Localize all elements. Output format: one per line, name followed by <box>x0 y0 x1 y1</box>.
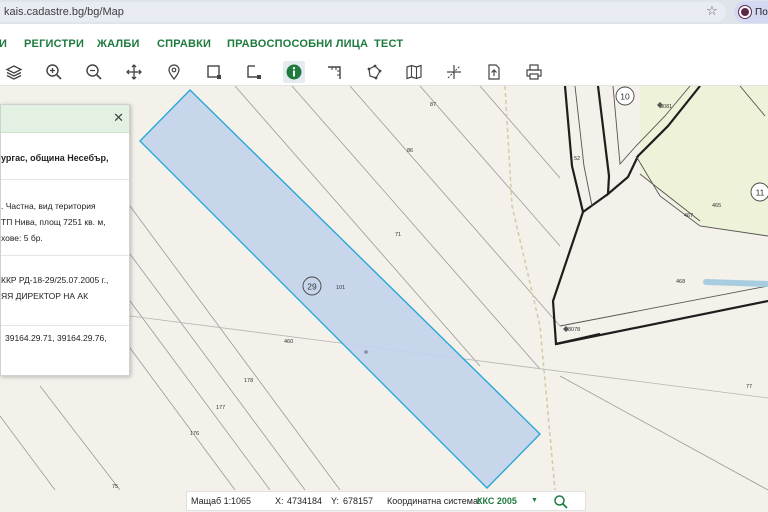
layers-icon[interactable] <box>3 61 25 83</box>
label-465: 465 <box>712 203 721 209</box>
info-order-line2: ЯЯ ДИРЕКТОР НА АК <box>1 291 89 301</box>
coordinates-icon[interactable] <box>443 61 465 83</box>
print-icon[interactable] <box>523 61 545 83</box>
info-divider <box>1 255 129 256</box>
y-coordinate: 678157 <box>343 496 374 506</box>
info-address-line1: ургас, община Несебър, <box>1 153 109 163</box>
label-176: 176 <box>190 431 199 437</box>
info-desc-line3: хове: 5 бр. <box>1 233 43 243</box>
x-label: X: <box>275 496 284 506</box>
label-101: 101 <box>336 285 345 291</box>
info-divider <box>1 179 129 180</box>
browser-address-bar: kais.cadastre.bg/bg/Map ☆ По <box>0 0 768 24</box>
parcel-number-10: 10 <box>620 92 630 102</box>
y-label: Y: <box>331 496 340 506</box>
nav-item-home[interactable]: И <box>0 38 7 50</box>
water-channel <box>703 279 768 287</box>
scale-value[interactable]: 1065 <box>231 496 251 506</box>
label-86: 86 <box>407 148 413 154</box>
url-field[interactable]: kais.cadastre.bg/bg/Map <box>0 2 726 22</box>
info-icon[interactable] <box>283 61 305 83</box>
pan-icon[interactable] <box>123 61 145 83</box>
label-3078: 3078 <box>568 327 580 333</box>
zoom-out-icon[interactable] <box>83 61 105 83</box>
avatar <box>739 6 751 18</box>
map-toolbar <box>0 58 768 86</box>
label-52: 52 <box>574 156 580 162</box>
info-desc-line2: ТП Нива, площ 7251 кв. м, <box>1 217 106 227</box>
url-text: kais.cadastre.bg/bg/Map <box>4 6 124 18</box>
nav-item-reports[interactable]: СПРАВКИ <box>157 38 211 50</box>
label-177: 177 <box>216 405 225 411</box>
crs-label: Координатна система: <box>387 496 481 506</box>
map-status-bar: Мащаб 1: 1065 X: 4734184 Y: 678157 Коорд… <box>0 490 768 512</box>
info-order-line1: ККР РД-18-29/25.07.2005 г., <box>1 275 109 285</box>
measure-icon[interactable] <box>323 61 345 83</box>
label-87: 87 <box>430 102 436 108</box>
scale-label: Мащаб 1: <box>191 496 232 506</box>
close-icon[interactable]: ✕ <box>113 111 124 125</box>
label-468: 468 <box>676 279 685 285</box>
nav-item-registers[interactable]: РЕГИСТРИ <box>24 38 84 50</box>
parcel-info-panel: ✕ ургас, община Несебър, . Частна, вид т… <box>0 104 130 376</box>
label-467: 467 <box>684 213 693 219</box>
polygon-icon[interactable] <box>363 61 385 83</box>
nav-item-complaints[interactable]: ЖАЛБИ <box>97 38 140 50</box>
export-icon[interactable] <box>483 61 505 83</box>
map-book-icon[interactable] <box>403 61 425 83</box>
select-area-icon[interactable] <box>243 61 265 83</box>
main-nav: И РЕГИСТРИ ЖАЛБИ СПРАВКИ ПРАВОСПОСОБНИ Л… <box>0 24 768 58</box>
label-77: 77 <box>746 384 752 390</box>
label-71: 71 <box>395 232 401 238</box>
chevron-down-icon[interactable]: ▼ <box>531 497 538 504</box>
parcel-number-29: 29 <box>307 282 317 292</box>
search-icon[interactable] <box>553 494 569 510</box>
label-178: 178 <box>244 378 253 384</box>
label-460: 460 <box>284 339 293 345</box>
parcel-number-11: 11 <box>756 188 765 198</box>
zoom-in-icon[interactable] <box>43 61 65 83</box>
info-divider <box>1 325 129 326</box>
info-neighbors-line: 39164.29.71, 39164.29.76, <box>5 333 107 343</box>
nav-item-test[interactable]: ТЕСТ <box>374 38 403 50</box>
info-panel-header: ✕ <box>1 105 129 133</box>
location-pin-icon[interactable] <box>163 61 185 83</box>
x-coordinate: 4734184 <box>287 496 323 506</box>
status-inner: Мащаб 1: 1065 X: 4734184 Y: 678157 Коорд… <box>186 491 586 511</box>
profile-label: По <box>755 6 768 18</box>
select-rectangle-icon[interactable] <box>203 61 225 83</box>
nav-item-licensed-persons[interactable]: ПРАВОСПОСОБНИ ЛИЦА <box>227 38 368 50</box>
info-desc-line1: . Частна, вид територия <box>1 201 96 211</box>
crs-select[interactable]: ККС 2005 <box>477 496 517 506</box>
profile-chip[interactable]: По <box>734 1 768 23</box>
bookmark-star-icon[interactable]: ☆ <box>705 4 719 18</box>
